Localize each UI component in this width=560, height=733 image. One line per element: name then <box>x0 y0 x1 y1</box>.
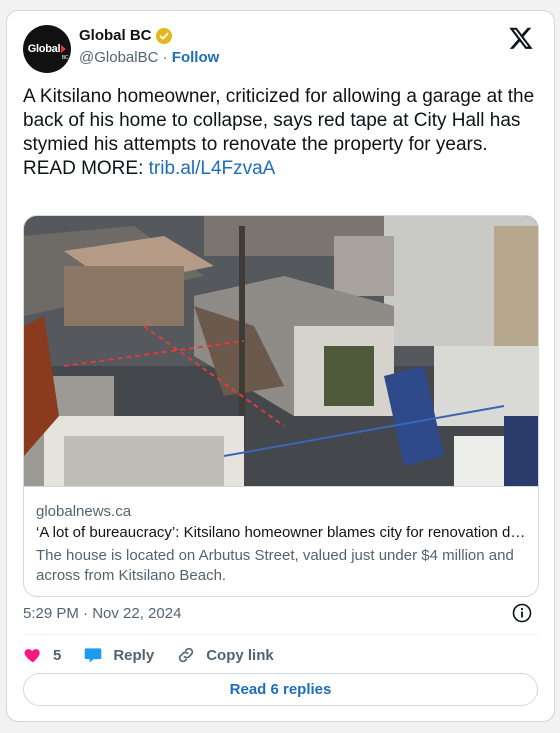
copy-link-label: Copy link <box>206 646 274 664</box>
link-preview-meta[interactable]: globalnews.ca ‘A lot of bureaucracy’: Ki… <box>24 486 538 596</box>
divider <box>23 634 538 635</box>
tweet-body: A Kitsilano homeowner, criticized for al… <box>23 86 535 155</box>
global-bc-logo: Global BC <box>27 43 69 61</box>
x-logo-icon[interactable] <box>508 25 534 51</box>
action-bar: 5 Reply Copy link <box>23 643 296 667</box>
logo-mark-icon <box>61 45 67 54</box>
tweet-header: Global BC Global BC @GlobalBC · Follow <box>23 23 538 75</box>
heart-icon <box>24 649 40 663</box>
link-title: ‘A lot of bureaucracy’: Kitsilano homeow… <box>36 524 526 541</box>
avatar-logo-text: Global <box>27 43 61 55</box>
info-icon[interactable] <box>512 603 532 623</box>
display-name[interactable]: Global BC <box>79 27 152 44</box>
tweet-embed-card: Global BC Global BC @GlobalBC · Follow A… <box>6 10 555 722</box>
link-icon <box>179 647 194 663</box>
article-photo[interactable] <box>24 216 539 486</box>
handle-row: @GlobalBC · Follow <box>79 49 219 66</box>
read-replies-button[interactable]: Read 6 replies <box>23 673 538 706</box>
follow-link[interactable]: Follow <box>172 49 220 66</box>
author-handle[interactable]: @GlobalBC <box>79 49 158 66</box>
link-domain: globalnews.ca <box>36 503 132 520</box>
author-name-row[interactable]: Global BC <box>79 27 172 44</box>
copy-link-button[interactable]: Copy link <box>176 645 274 665</box>
link-preview-card[interactable]: globalnews.ca ‘A lot of bureaucracy’: Ki… <box>23 215 539 597</box>
link-description: The house is located on Arbutus Street, … <box>36 547 514 584</box>
like-count: 5 <box>53 646 62 664</box>
separator-dot: · <box>162 49 168 66</box>
avatar-logo-sub: BC <box>61 55 69 61</box>
read-more-label: READ MORE: <box>23 158 144 179</box>
tweet-timestamp[interactable]: 5:29 PM · Nov 22, 2024 <box>23 605 181 622</box>
reply-label: Reply <box>113 646 155 664</box>
tweet-text: A Kitsilano homeowner, criticized for al… <box>23 85 538 181</box>
reply-button[interactable]: Reply <box>83 645 154 665</box>
read-replies-label: Read 6 replies <box>229 681 332 698</box>
avatar[interactable]: Global BC <box>23 25 71 73</box>
tweet-link[interactable]: trib.al/L4FzvaA <box>149 158 276 179</box>
like-button[interactable]: 5 <box>23 645 61 665</box>
speech-bubble-icon <box>85 648 102 663</box>
verified-badge-icon <box>155 27 172 44</box>
